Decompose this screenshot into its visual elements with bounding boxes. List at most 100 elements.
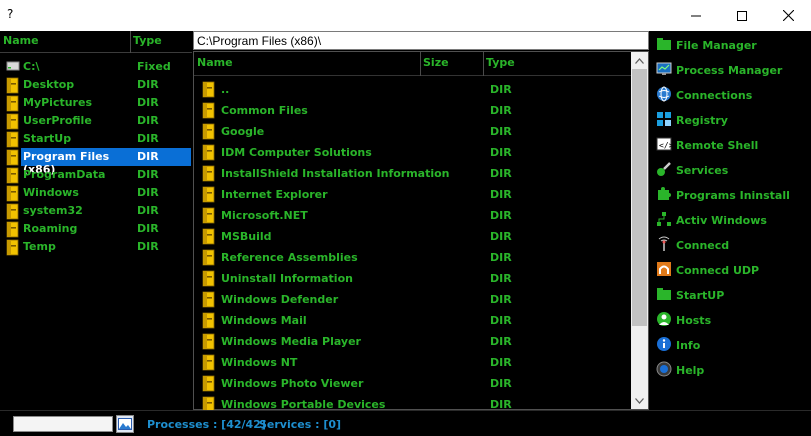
menu-item-label: Remote Shell [676, 139, 759, 152]
shortcut-row[interactable]: ProgramData DIR [0, 166, 192, 184]
column-divider[interactable] [420, 52, 421, 76]
menu-item-remote-shell[interactable]: </> Remote Shell [651, 134, 811, 156]
shortcut-row[interactable]: system32 DIR [0, 202, 192, 220]
file-row[interactable]: InstallShield Installation Information DI… [194, 163, 631, 184]
file-row[interactable]: Windows Media Player DIR [194, 331, 631, 352]
drive-icon [6, 61, 20, 71]
menu-item-services[interactable]: Services [651, 159, 811, 181]
file-name: Internet Explorer [221, 188, 328, 201]
shortcut-row[interactable]: StartUp DIR [0, 130, 192, 148]
path-field[interactable]: C:\Program Files (x86)\ [193, 31, 649, 50]
menu-item-connecd-udp[interactable]: Connecd UDP [651, 259, 811, 281]
vertical-scrollbar[interactable] [631, 52, 648, 409]
file-name: Reference Assemblies [221, 251, 358, 264]
folder-icon [202, 354, 215, 371]
folder-icon [202, 144, 216, 164]
file-name: Uninstall Information [221, 272, 353, 285]
menu-item-activ-windows[interactable]: Activ Windows [651, 209, 811, 231]
file-row[interactable]: .. DIR [194, 79, 631, 100]
folder-icon [202, 312, 216, 332]
column-header-size[interactable]: Size [423, 56, 449, 69]
scroll-up-button[interactable] [631, 52, 648, 69]
shortcut-name: ProgramData [23, 168, 106, 181]
column-header-type[interactable]: Type [486, 56, 515, 69]
column-header-type[interactable]: Type [133, 34, 162, 47]
menu-item-label: Activ Windows [676, 214, 767, 227]
shortcut-row[interactable]: Windows DIR [0, 184, 192, 202]
file-type: DIR [490, 83, 512, 96]
scroll-down-button[interactable] [631, 392, 648, 409]
close-button[interactable] [765, 0, 811, 31]
screenshot-button[interactable] [116, 415, 134, 433]
shortcut-type: DIR [137, 240, 159, 253]
menu-item-connecd[interactable]: Connecd [651, 234, 811, 256]
shortcut-type: DIR [131, 148, 191, 166]
menu-item-registry[interactable]: Registry [651, 109, 811, 131]
file-row[interactable]: MSBuild DIR [194, 226, 631, 247]
file-list: Name Size Type .. DIR Common Files DIR Googl… [193, 51, 649, 413]
folder-icon [6, 239, 20, 259]
file-type: DIR [490, 356, 512, 369]
file-row[interactable]: Reference Assemblies DIR [194, 247, 631, 268]
menu-item-hosts[interactable]: Hosts [651, 309, 811, 331]
file-row[interactable]: Internet Explorer DIR [194, 184, 631, 205]
shortcut-type: DIR [137, 78, 159, 91]
startup-folder-icon [656, 286, 672, 302]
command-input[interactable] [13, 416, 113, 432]
status-bar: Processes : [42/42] Services : [0] [0, 410, 811, 436]
menu-item-label: Hosts [676, 314, 712, 327]
file-name: InstallShield Installation Information [221, 167, 450, 180]
menu-item-programs-ininstall[interactable]: Programs Ininstall [651, 184, 811, 206]
file-row[interactable]: Windows Mail DIR [194, 310, 631, 331]
file-row[interactable]: Microsoft.NET DIR [194, 205, 631, 226]
folder-icon [202, 102, 216, 122]
file-row[interactable]: Common Files DIR [194, 100, 631, 121]
file-row[interactable]: Windows Photo Viewer DIR [194, 373, 631, 394]
shortcut-row[interactable]: Temp DIR [0, 238, 192, 256]
column-divider[interactable] [130, 31, 131, 53]
drive-icon [6, 59, 21, 76]
menu-item-connections[interactable]: Connections [651, 84, 811, 106]
file-name: Windows Photo Viewer [221, 377, 364, 390]
shortcut-name: Windows [23, 186, 79, 199]
folder-icon [202, 249, 216, 269]
menu-item-label: Programs Ininstall [676, 189, 790, 202]
shortcut-row[interactable]: Program Files (x86) DIR [0, 148, 192, 176]
shortcut-type: Fixed [137, 60, 171, 73]
column-header-name[interactable]: Name [3, 34, 39, 47]
shortcut-name: Roaming [23, 222, 78, 235]
minimize-button[interactable] [673, 0, 719, 31]
menu-item-startup[interactable]: StartUP [651, 284, 811, 306]
folder-icon [6, 203, 19, 220]
menu-item-label: Help [676, 364, 705, 377]
file-row[interactable]: Windows Defender DIR [194, 289, 631, 310]
shortcut-row[interactable]: MyPictures DIR [0, 94, 192, 112]
shortcut-row[interactable]: Roaming DIR [0, 220, 192, 238]
folder-icon [6, 185, 19, 202]
scroll-thumb[interactable] [632, 69, 647, 326]
menu-item-help[interactable]: Help [651, 359, 811, 381]
file-name: Windows Mail [221, 314, 307, 327]
title-bar: ? [0, 0, 811, 31]
shortcut-row[interactable]: C:\ Fixed [0, 58, 192, 76]
maximize-button[interactable] [719, 0, 765, 31]
maximize-icon [737, 10, 747, 21]
menu-item-file-manager[interactable]: File Manager [651, 34, 811, 56]
menu-item-process-manager[interactable]: Process Manager [651, 59, 811, 81]
shortcut-row[interactable]: UserProfile DIR [0, 112, 192, 130]
column-divider[interactable] [483, 52, 484, 76]
column-header-name[interactable]: Name [197, 56, 233, 69]
menu-item-info[interactable]: Info [651, 334, 811, 356]
file-row[interactable]: Uninstall Information DIR [194, 268, 631, 289]
shortcut-type: DIR [137, 168, 159, 181]
folder-icon [6, 167, 19, 184]
file-row[interactable]: Google DIR [194, 121, 631, 142]
shortcut-row[interactable]: Desktop DIR [0, 76, 192, 94]
file-row[interactable]: IDM Computer Solutions DIR [194, 142, 631, 163]
process-count: Processes : [42/42] [147, 418, 266, 431]
file-list-header: Name Size Type [194, 52, 631, 76]
shortcut-name: C:\ [23, 60, 40, 73]
file-type: DIR [490, 188, 512, 201]
chevron-down-icon [635, 397, 644, 404]
file-row[interactable]: Windows NT DIR [194, 352, 631, 373]
